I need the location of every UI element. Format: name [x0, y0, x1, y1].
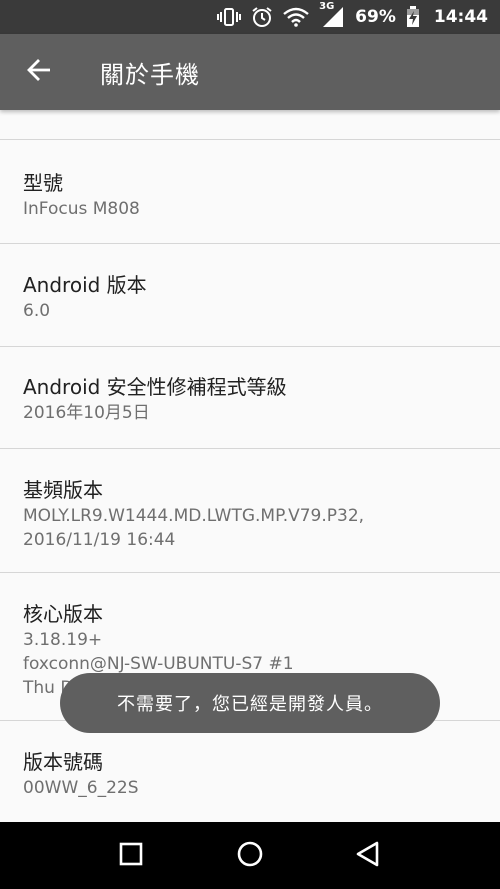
app-bar: 關於手機: [0, 34, 500, 110]
network-type-label: 3G: [319, 1, 335, 12]
item-title: Android 版本: [23, 273, 147, 297]
back-button[interactable]: [0, 34, 78, 110]
home-button[interactable]: [233, 839, 267, 873]
list-item-security-patch[interactable]: Android 安全性修補程式等級 2016年10月5日: [0, 347, 500, 449]
list-item-android-version[interactable]: Android 版本 6.0: [0, 244, 500, 347]
item-value: 2016/11/19 16:44: [23, 530, 176, 550]
cell-signal-icon: 3G: [319, 1, 345, 29]
alarm-icon: [251, 5, 273, 29]
home-circle-icon: [236, 840, 264, 872]
toast-message: 不需要了，您已經是開發人員。: [60, 673, 440, 733]
list-item-model[interactable]: 型號 InFocus M808: [0, 142, 500, 244]
battery-charging-icon: [406, 5, 420, 29]
battery-percent: 69%: [355, 7, 396, 27]
navigation-bar: [0, 822, 500, 889]
item-title: Android 安全性修補程式等級: [23, 375, 287, 399]
recents-button[interactable]: [114, 839, 148, 873]
recents-square-icon: [119, 842, 143, 870]
back-nav-button[interactable]: [350, 839, 384, 873]
item-value: InFocus M808: [23, 199, 140, 219]
clock: 14:44: [433, 7, 488, 27]
page-title: 關於手機: [100, 60, 200, 89]
item-value: 2016年10月5日: [23, 403, 150, 423]
arrow-left-icon: [26, 58, 52, 86]
item-value: 00WW_6_22S: [23, 778, 139, 798]
list-item-build-number[interactable]: 版本號碼 00WW_6_22S: [0, 721, 500, 822]
item-value: 6.0: [23, 301, 51, 321]
list-item-partial[interactable]: [0, 110, 500, 140]
list-item-baseband[interactable]: 基頻版本 MOLY.LR9.W1444.MD.LWTG.MP.V79.P32, …: [0, 449, 500, 573]
wifi-icon: [283, 5, 309, 29]
back-triangle-icon: [354, 840, 380, 872]
status-bar: 3G 69% 14:44: [0, 0, 500, 34]
item-title: 基頻版本: [23, 478, 103, 502]
vibrate-icon: [217, 5, 242, 29]
item-value: 3.18.19+: [23, 630, 103, 650]
item-title: 型號: [23, 171, 63, 195]
item-title: 版本號碼: [23, 750, 103, 774]
item-title: 核心版本: [23, 602, 103, 626]
item-value: MOLY.LR9.W1444.MD.LWTG.MP.V79.P32,: [23, 506, 365, 526]
